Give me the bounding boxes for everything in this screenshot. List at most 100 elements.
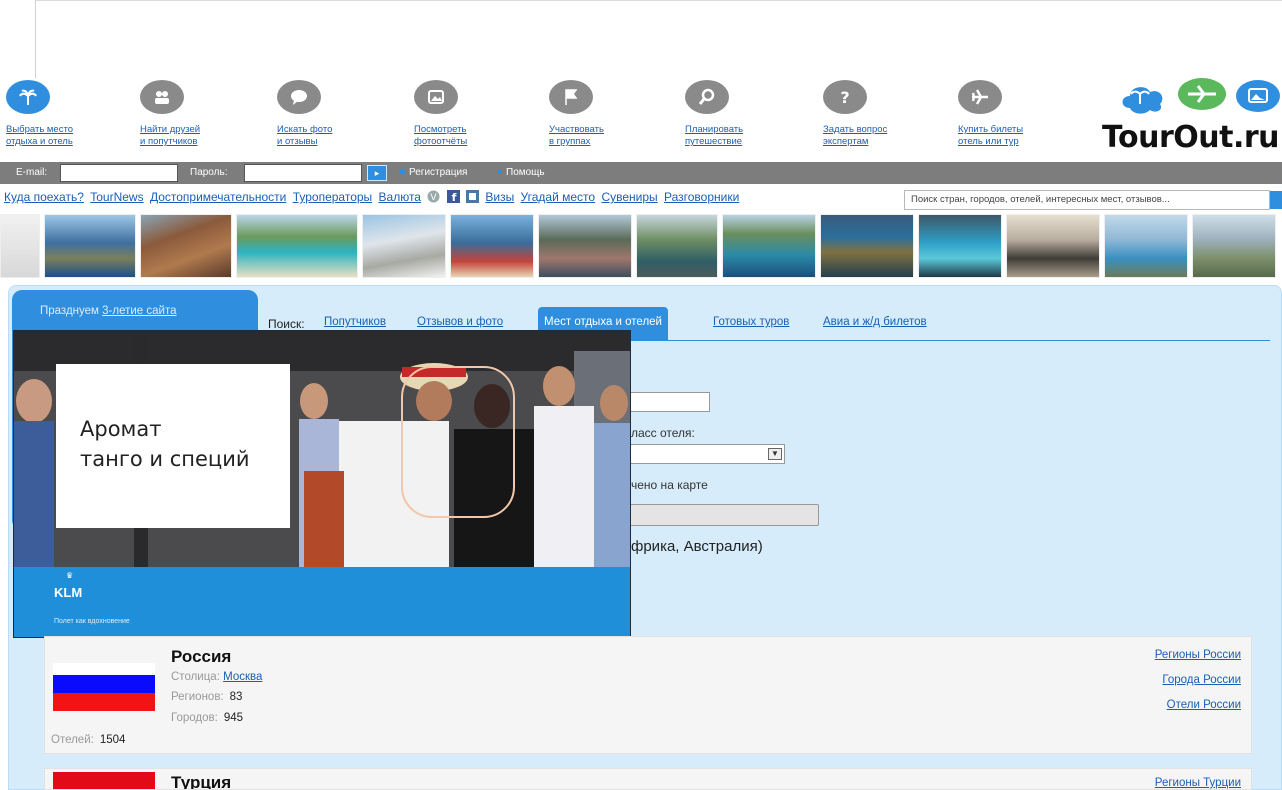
link-phrasebooks[interactable]: Разговорники bbox=[664, 190, 739, 204]
link-guess-place[interactable]: Угадай место bbox=[521, 190, 596, 204]
link-touroperators[interactable]: Туроператоры bbox=[293, 190, 372, 204]
hotels-row: Отелей: 1504 bbox=[51, 734, 126, 746]
nav-label: экспертам bbox=[823, 136, 869, 147]
map-label: чено на карте bbox=[631, 478, 708, 492]
site-search-input[interactable]: Поиск стран, городов, отелей, интересных… bbox=[904, 190, 1270, 210]
password-label: Пароль: bbox=[190, 167, 228, 178]
nav-label: Найти друзей bbox=[140, 124, 201, 135]
country-name[interactable]: Турция bbox=[171, 773, 231, 789]
photo-thumb[interactable] bbox=[918, 214, 1002, 278]
link-regions-turkey[interactable]: Регионы Турции bbox=[1155, 777, 1241, 789]
register-link[interactable]: Регистрация bbox=[400, 167, 467, 178]
nav-label: отель или тур bbox=[958, 136, 1019, 147]
country-card-turkey: Турция Регионы Турции bbox=[44, 768, 1252, 790]
place-input[interactable] bbox=[626, 392, 710, 412]
speech-bubble-icon bbox=[277, 80, 321, 114]
link-regions-russia[interactable]: Регионы России bbox=[1155, 649, 1241, 661]
flag-icon bbox=[549, 80, 593, 114]
email-field[interactable] bbox=[60, 164, 178, 182]
nav-label: в группах bbox=[549, 136, 591, 147]
ad-slogan: Полет как вдохновение bbox=[54, 618, 130, 625]
search-label: Поиск: bbox=[268, 317, 305, 331]
photo-thumb[interactable] bbox=[44, 214, 136, 278]
question-icon: ? bbox=[823, 80, 867, 114]
photo-thumb[interactable] bbox=[0, 214, 40, 278]
link-hotels-russia[interactable]: Отели России bbox=[1167, 699, 1241, 711]
nav-label: Планировать bbox=[685, 124, 744, 135]
photo-thumb[interactable] bbox=[450, 214, 534, 278]
search-submit-button[interactable] bbox=[626, 504, 819, 526]
nav-buy-tickets[interactable]: Купить билеты отель или тур bbox=[958, 78, 1068, 148]
photo-thumb[interactable] bbox=[820, 214, 914, 278]
capital-link[interactable]: Москва bbox=[223, 671, 262, 683]
nav-choose-place[interactable]: Выбрать место отдыха и отель bbox=[6, 78, 116, 148]
link-currency[interactable]: Валюта bbox=[379, 190, 421, 204]
promo-link[interactable]: 3-летие сайта bbox=[102, 305, 176, 317]
top-banner-area bbox=[35, 0, 1282, 78]
nav-find-friends[interactable]: Найти друзей и попутчиков bbox=[140, 78, 250, 148]
main-nav: Выбрать место отдыха и отель Найти друзей… bbox=[0, 78, 1090, 158]
nav-label: Задать вопрос bbox=[823, 124, 888, 135]
photo-thumb[interactable] bbox=[1104, 214, 1188, 278]
photo-thumb[interactable] bbox=[236, 214, 358, 278]
link-souvenirs[interactable]: Сувениры bbox=[601, 190, 657, 204]
klm-ad-banner[interactable]: Аромат танго и специй ♛ KLM Полет как вдо… bbox=[13, 330, 631, 638]
capital-row: Столица: Москва bbox=[171, 671, 263, 683]
nav-plan-trip[interactable]: Планировать путешествие bbox=[685, 78, 795, 148]
nav-label: фотоотчёты bbox=[414, 136, 468, 147]
photo-thumb[interactable] bbox=[362, 214, 446, 278]
vkontakte-icon[interactable] bbox=[466, 190, 480, 203]
nav-groups[interactable]: Участвовать в группах bbox=[549, 78, 659, 148]
nav-label: Выбрать место bbox=[6, 124, 73, 135]
link-cities-russia[interactable]: Города России bbox=[1162, 674, 1241, 686]
link-sights[interactable]: Достопримечательности bbox=[150, 190, 286, 204]
airplane-icon bbox=[958, 80, 1002, 114]
site-logo[interactable]: TourOut.ru bbox=[1098, 78, 1282, 158]
link-tournews[interactable]: TourNews bbox=[90, 190, 143, 204]
tab-reviews-photos[interactable]: Отзывов и фото bbox=[417, 316, 503, 328]
tab-air-rail-tickets[interactable]: Авиа и ж/д билетов bbox=[823, 316, 927, 328]
login-bar: E-mail: Пароль: ▸ Регистрация Помощь bbox=[0, 162, 1282, 184]
nav-label: Посмотреть bbox=[414, 124, 467, 135]
svg-text:f: f bbox=[451, 191, 456, 203]
tab-companions[interactable]: Попутчиков bbox=[324, 316, 386, 328]
social-v-icon[interactable]: V bbox=[427, 190, 440, 203]
regions-text: фрика, Австралия) bbox=[631, 538, 763, 555]
nav-label: путешествие bbox=[685, 136, 743, 147]
country-name[interactable]: Россия bbox=[171, 647, 231, 667]
nav-ask-expert[interactable]: ? Задать вопрос экспертам bbox=[823, 78, 933, 148]
help-link[interactable]: Помощь bbox=[497, 167, 545, 178]
password-field[interactable] bbox=[244, 164, 362, 182]
svg-text:V: V bbox=[431, 193, 438, 203]
ad-text-box: Аромат танго и специй bbox=[56, 364, 290, 528]
regions-row: Регионов: 83 bbox=[171, 691, 243, 703]
nav-label: и отзывы bbox=[277, 136, 318, 147]
klm-logo: KLM bbox=[54, 585, 83, 600]
photo-thumb[interactable] bbox=[636, 214, 718, 278]
link-where-to-go[interactable]: Куда поехать? bbox=[4, 190, 84, 204]
cities-row: Городов: 945 bbox=[171, 712, 243, 724]
chevron-down-icon: ▼ bbox=[768, 448, 782, 460]
photo-thumb[interactable] bbox=[140, 214, 232, 278]
link-visas[interactable]: Визы bbox=[485, 190, 514, 204]
logo-clouds-icon bbox=[1122, 78, 1280, 114]
site-search-button[interactable] bbox=[1270, 191, 1282, 209]
photo-strip bbox=[0, 214, 1282, 280]
russia-flag-icon bbox=[53, 663, 155, 711]
hotel-class-label: ласс отеля: bbox=[631, 426, 695, 440]
photo-thumb[interactable] bbox=[538, 214, 632, 278]
nav-label: Искать фото bbox=[277, 124, 333, 135]
photo-thumb[interactable] bbox=[1006, 214, 1100, 278]
hotel-class-select[interactable]: ▼ bbox=[628, 444, 785, 464]
photo-thumb[interactable] bbox=[722, 214, 816, 278]
email-label: E-mail: bbox=[16, 167, 48, 178]
facebook-icon[interactable]: f bbox=[446, 190, 460, 203]
nav-label: отдыха и отель bbox=[6, 136, 73, 147]
nav-search-photo[interactable]: Искать фото и отзывы bbox=[277, 78, 387, 148]
nav-photo-reports[interactable]: Посмотреть фотоотчёты bbox=[414, 78, 524, 148]
quick-links: Куда поехать? TourNews Достопримечательн… bbox=[4, 190, 904, 210]
ad-title: Аромат танго и специй bbox=[80, 417, 250, 471]
tab-ready-tours[interactable]: Готовых туров bbox=[713, 316, 789, 328]
login-button[interactable]: ▸ bbox=[367, 165, 387, 181]
photo-thumb[interactable] bbox=[1192, 214, 1276, 278]
